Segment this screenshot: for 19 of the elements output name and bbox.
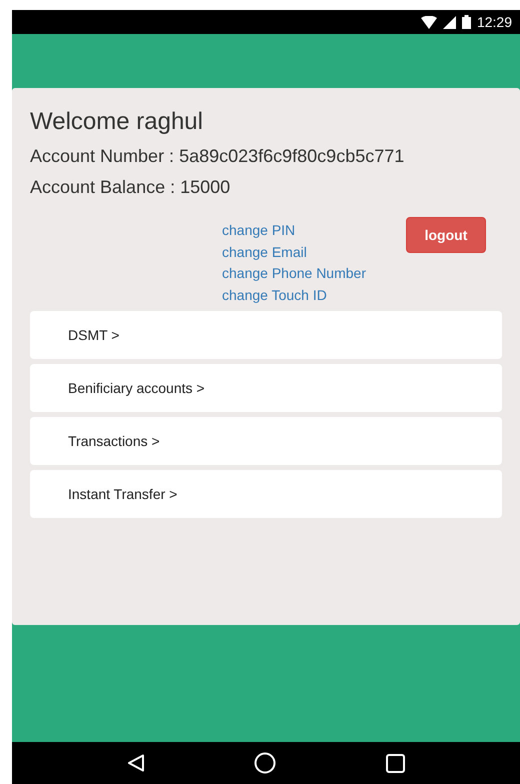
logout-button[interactable]: logout: [406, 217, 486, 253]
account-number: Account Number : 5a89c023f6c9f80c9cb5c771: [30, 146, 406, 167]
menu-item[interactable]: Benificiary accounts >: [30, 364, 502, 412]
wifi-icon: [420, 16, 437, 28]
welcome-heading: Welcome raghul: [30, 108, 204, 136]
home-icon[interactable]: [254, 752, 276, 774]
clock-time: 12:29: [476, 14, 512, 30]
menu-item[interactable]: Instant Transfer >: [30, 470, 502, 518]
menu-item[interactable]: Transactions >: [30, 417, 502, 465]
recents-icon[interactable]: [386, 754, 406, 772]
battery-icon: [462, 15, 471, 29]
back-icon[interactable]: [126, 754, 145, 772]
signal-icon: [442, 16, 456, 28]
settings-link[interactable]: change PIN: [222, 220, 406, 242]
settings-link[interactable]: change Email: [222, 242, 406, 263]
settings-link[interactable]: change Phone Number: [222, 263, 406, 284]
settings-link[interactable]: change Touch ID: [222, 284, 406, 306]
account-balance: Account Balance : 15000: [30, 177, 232, 198]
menu-item[interactable]: DSMT >: [30, 311, 502, 359]
